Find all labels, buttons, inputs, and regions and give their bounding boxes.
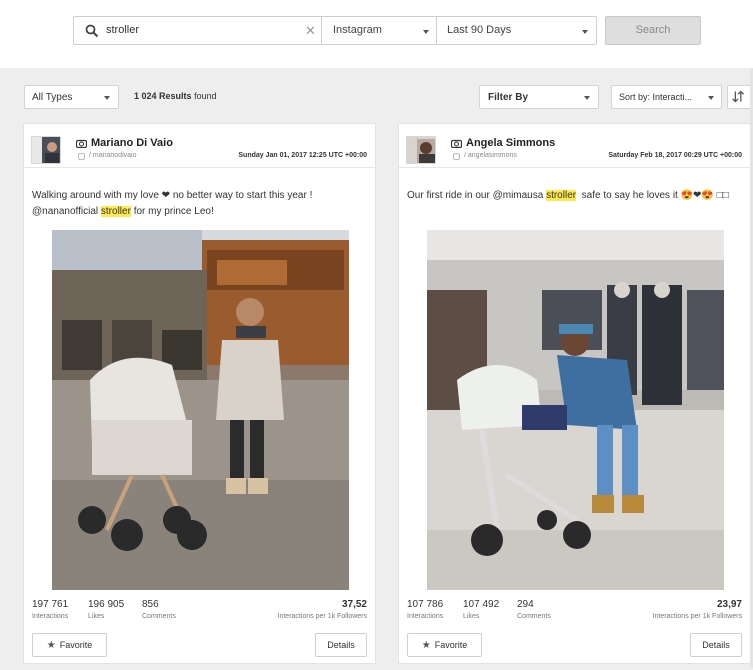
likes-label: Likes	[463, 613, 480, 620]
post-image[interactable]	[52, 230, 349, 590]
search-icon	[85, 24, 99, 38]
caption-text: safe to say he loves it 😍❤😍 □□	[576, 190, 729, 201]
star-icon: ★	[46, 640, 56, 651]
author-name[interactable]: Angela Simmons	[466, 137, 555, 149]
search-input[interactable]: stroller	[106, 24, 139, 36]
likes-label: Likes	[88, 613, 105, 620]
caption-text: Our first ride in our @mimausa	[407, 190, 547, 201]
caption-text: for my prince Leo!	[130, 206, 214, 217]
results-suffix: found	[194, 91, 217, 101]
chevron-down-icon	[708, 96, 714, 100]
period-select[interactable]: Last 90 Days	[447, 24, 511, 36]
interactions-value: 107 786	[407, 599, 444, 610]
author-handle[interactable]: / angelasimmons	[464, 152, 517, 159]
favorite-label: Favorite	[434, 640, 468, 650]
post-header: Angela Simmons / angelasimmons Saturday …	[399, 124, 750, 168]
filter-by-select[interactable]: Filter By	[479, 85, 599, 109]
interactions-value: 197 761	[32, 599, 69, 610]
author-name[interactable]: Mariano Di Vaio	[91, 137, 173, 149]
post-caption: Walking around with my love ❤ no better …	[32, 188, 368, 220]
likes-value: 107 492	[463, 599, 500, 610]
camera-icon	[451, 139, 462, 148]
sort-by-label: Sort by: Interacti...	[619, 92, 693, 102]
instagram-icon	[453, 153, 460, 160]
search-bar: stroller ✕ Instagram Last 90 Days	[73, 16, 597, 45]
camera-icon	[76, 139, 87, 148]
search-header: stroller ✕ Instagram Last 90 Days Search	[0, 0, 753, 68]
favorite-button[interactable]: ★ Favorite	[32, 633, 107, 657]
network-select[interactable]: Instagram	[333, 24, 382, 36]
avatar[interactable]	[31, 136, 61, 164]
interactions-label: Interactions	[407, 613, 444, 620]
post-caption: Our first ride in our @mimausa stroller …	[407, 188, 743, 204]
interactions-stat: 107 786 Interactions	[407, 599, 443, 620]
sort-by-select[interactable]: Sort by: Interacti...	[611, 85, 722, 109]
comments-label: Comments	[517, 613, 551, 620]
divider	[321, 17, 322, 44]
likes-stat: 107 492 Likes	[463, 599, 499, 620]
engagement-stat: 23,97 Interactions per 1k Followers	[653, 599, 742, 620]
results-summary: 1 024 Results found	[134, 91, 217, 101]
post-header: Mariano Di Vaio / marianodivaio Sunday J…	[24, 124, 375, 168]
engagement-value: 23,97	[716, 599, 742, 610]
details-button[interactable]: Details	[315, 633, 367, 657]
sort-order-button[interactable]	[727, 85, 751, 109]
comments-value: 294	[517, 599, 534, 610]
type-filter-label: All Types	[32, 92, 73, 103]
keyword-highlight: stroller	[100, 206, 131, 217]
interactions-label: Interactions	[32, 613, 69, 620]
star-icon: ★	[421, 640, 431, 651]
avatar[interactable]	[406, 136, 436, 164]
post-card: Angela Simmons / angelasimmons Saturday …	[398, 123, 751, 664]
comments-value: 856	[142, 599, 159, 610]
comments-label: Comments	[142, 613, 176, 620]
favorite-label: Favorite	[59, 640, 93, 650]
chevron-down-icon	[582, 30, 588, 34]
comments-stat: 294 Comments	[517, 599, 551, 620]
chevron-down-icon	[423, 30, 429, 34]
instagram-icon	[78, 153, 85, 160]
likes-stat: 196 905 Likes	[88, 599, 124, 620]
post-image[interactable]	[427, 230, 724, 590]
post-date: Saturday Feb 18, 2017 00:29 UTC +00:00	[608, 152, 742, 159]
post-date: Sunday Jan 01, 2017 12:25 UTC +00:00	[238, 152, 367, 159]
divider	[436, 17, 437, 44]
results-count: 1 024 Results	[134, 91, 192, 101]
search-button[interactable]: Search	[605, 16, 701, 45]
post-card: Mariano Di Vaio / marianodivaio Sunday J…	[23, 123, 376, 664]
keyword-highlight: stroller	[546, 190, 577, 201]
sort-order-icon	[732, 90, 745, 103]
interactions-stat: 197 761 Interactions	[32, 599, 68, 620]
filter-by-label: Filter By	[488, 92, 529, 103]
author-handle[interactable]: / marianodivaio	[89, 152, 136, 159]
type-filter-select[interactable]: All Types	[24, 85, 119, 109]
comments-stat: 856 Comments	[142, 599, 176, 620]
chevron-down-icon	[104, 96, 110, 100]
close-icon[interactable]: ✕	[305, 23, 316, 39]
engagement-label: Interactions per 1k Followers	[277, 613, 367, 620]
engagement-value: 37,52	[341, 599, 367, 610]
engagement-stat: 37,52 Interactions per 1k Followers	[278, 599, 367, 620]
engagement-label: Interactions per 1k Followers	[652, 613, 742, 620]
likes-value: 196 905	[88, 599, 125, 610]
favorite-button[interactable]: ★ Favorite	[407, 633, 482, 657]
chevron-down-icon	[584, 96, 590, 100]
details-button[interactable]: Details	[690, 633, 742, 657]
